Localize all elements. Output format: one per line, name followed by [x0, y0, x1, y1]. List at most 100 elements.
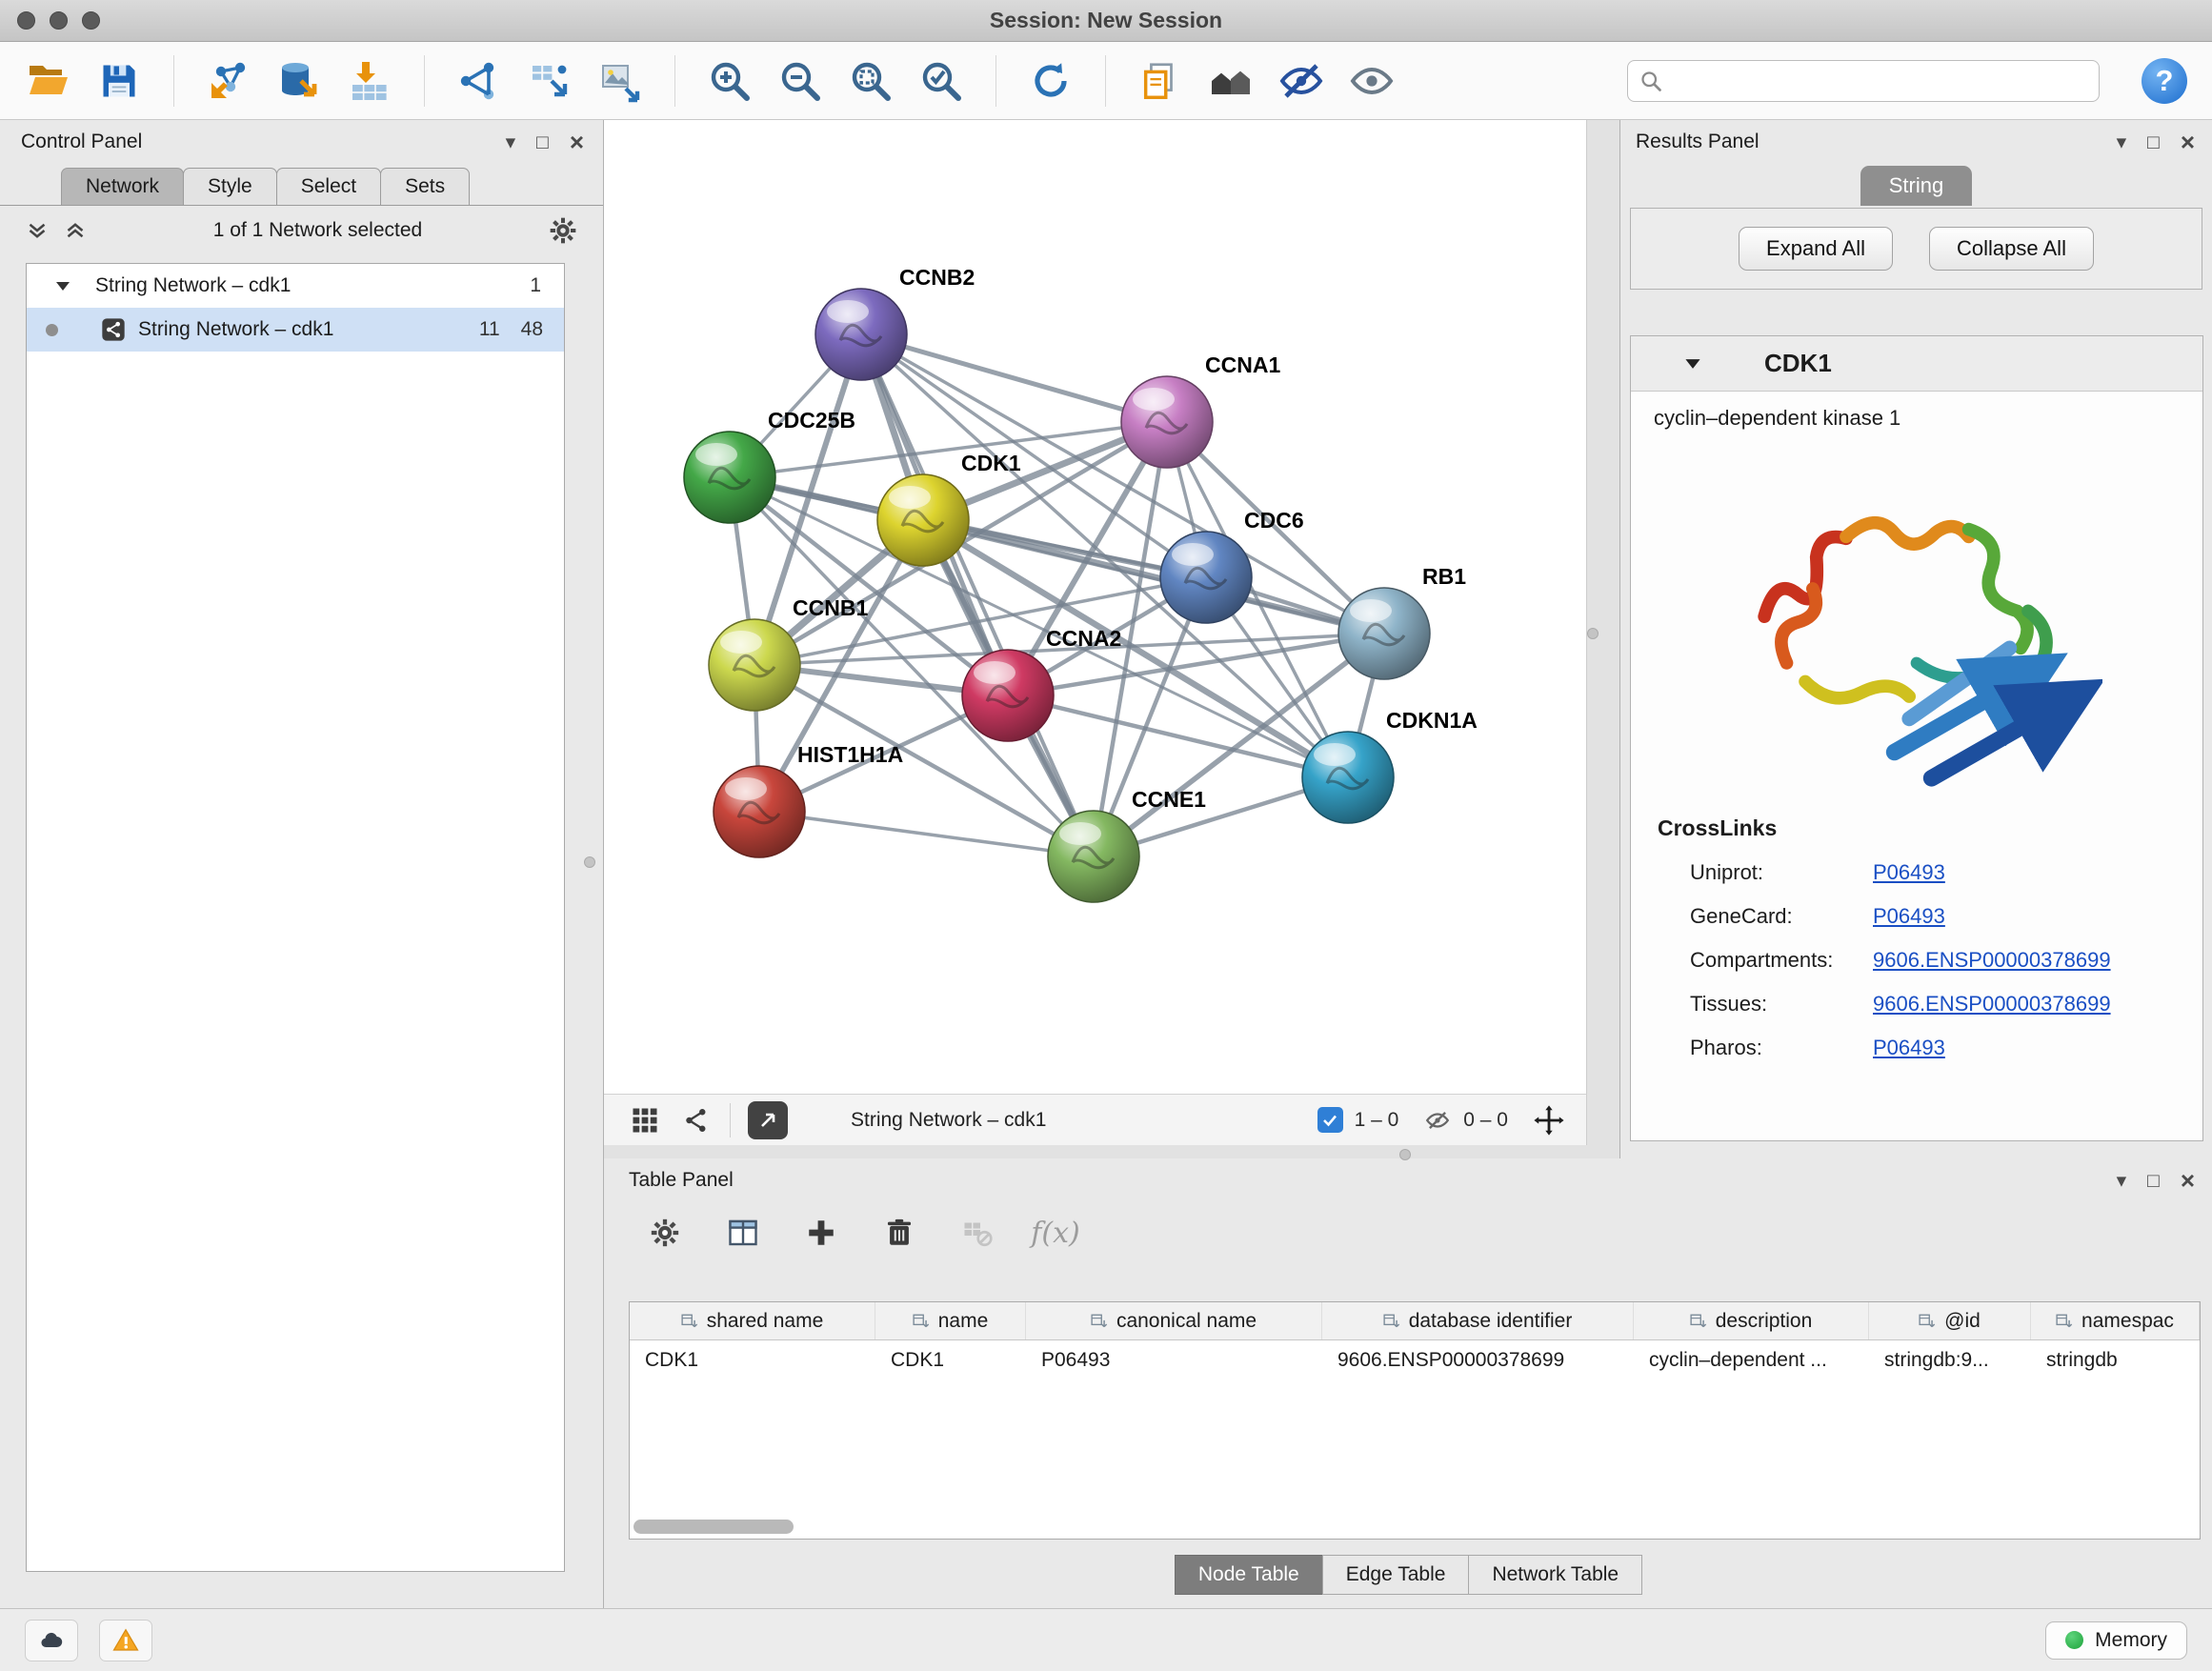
add-column-button[interactable] [798, 1210, 844, 1256]
vertical-splitter-handle[interactable] [1587, 628, 1599, 639]
selected-items-checkbox-icon[interactable] [1317, 1107, 1343, 1133]
close-panel-icon[interactable]: × [2181, 130, 2195, 154]
float-panel-icon[interactable]: ▾ [2117, 132, 2127, 152]
zoom-out-icon [777, 58, 823, 104]
horizontal-scrollbar[interactable] [633, 1520, 794, 1534]
network-node-rb1[interactable]: RB1 [1338, 564, 1466, 679]
network-node-cdk1[interactable]: CDK1 [877, 451, 1021, 566]
uniprot-link[interactable]: P06493 [1873, 860, 1945, 885]
maximize-panel-icon[interactable]: □ [2147, 1171, 2160, 1191]
show-graphics-button[interactable] [1348, 57, 1396, 105]
delete-table-button[interactable] [955, 1210, 1000, 1256]
memory-button[interactable]: Memory [2045, 1621, 2187, 1660]
tab-edge-table[interactable]: Edge Table [1322, 1555, 1470, 1595]
collapse-all-button[interactable]: Collapse All [1929, 227, 2094, 271]
network-node-ccnb1[interactable]: CCNB1 [709, 595, 868, 711]
new-network-from-table-button[interactable] [526, 57, 573, 105]
network-collection-row[interactable]: String Network – cdk1 1 [27, 264, 564, 308]
grid-view-icon[interactable] [631, 1106, 659, 1135]
tab-network[interactable]: Network [61, 168, 184, 205]
horizontal-splitter-handle[interactable] [1399, 1149, 1411, 1160]
network-view[interactable]: CCNB2CCNA1CDC25BCDK1CDC6RB1CCNB1CCNA2CDK… [604, 120, 1587, 1094]
table-settings-button[interactable] [642, 1210, 688, 1256]
search-input[interactable] [1627, 60, 2100, 102]
vertical-splitter-handle[interactable] [584, 856, 595, 868]
compartments-link[interactable]: 9606.ENSP00000378699 [1873, 948, 2111, 973]
column-header-id[interactable]: @id [1869, 1302, 2031, 1339]
network-node-cdkn1a[interactable]: CDKN1A [1302, 708, 1478, 823]
collapse-all-icon[interactable] [25, 221, 50, 240]
genecard-link[interactable]: P06493 [1873, 904, 1945, 929]
protein-card-header[interactable]: CDK1 [1631, 336, 2202, 392]
tab-style[interactable]: Style [183, 168, 277, 205]
function-builder-button[interactable]: f(x) [1033, 1210, 1078, 1256]
import-table-button[interactable] [346, 57, 393, 105]
network-view-mode-icon[interactable] [682, 1106, 711, 1135]
zoom-fit-button[interactable] [847, 57, 895, 105]
copy-button[interactable] [1136, 57, 1184, 105]
database-import-icon [276, 58, 322, 104]
tab-select[interactable]: Select [276, 168, 381, 205]
pharos-link[interactable]: P06493 [1873, 1036, 1945, 1060]
cell-namespace: stringdb [2031, 1340, 2200, 1380]
refresh-button[interactable] [1027, 57, 1075, 105]
warnings-button[interactable] [99, 1620, 152, 1661]
hidden-items-icon[interactable] [1423, 1108, 1452, 1133]
help-button[interactable]: ? [2142, 58, 2187, 104]
import-network-file-button[interactable] [205, 57, 252, 105]
column-header-name[interactable]: name [875, 1302, 1026, 1339]
zoom-out-button[interactable] [776, 57, 824, 105]
float-panel-icon[interactable]: ▾ [2117, 1171, 2127, 1191]
maximize-panel-icon[interactable]: □ [536, 132, 549, 152]
close-panel-icon[interactable]: × [570, 130, 584, 154]
string-panel-controls: Expand All Collapse All [1630, 208, 2202, 290]
pan-tool-icon[interactable] [1533, 1104, 1565, 1137]
cloud-services-button[interactable] [25, 1620, 78, 1661]
maximize-panel-icon[interactable]: □ [2147, 132, 2160, 152]
tab-network-table[interactable]: Network Table [1468, 1555, 1642, 1595]
tree-expander-icon[interactable] [55, 280, 70, 292]
tab-sets[interactable]: Sets [380, 168, 470, 205]
save-session-button[interactable] [95, 57, 143, 105]
hide-panels-button[interactable] [1277, 57, 1325, 105]
column-header-shared-name[interactable]: shared name [630, 1302, 875, 1339]
network-node-hist1h1a[interactable]: HIST1H1A [714, 742, 903, 857]
new-network-button[interactable] [455, 57, 503, 105]
column-header-namespace[interactable]: namespac [2031, 1302, 2200, 1339]
window-minimize-button[interactable] [50, 11, 68, 30]
zoom-selected-button[interactable] [917, 57, 965, 105]
collapse-section-icon[interactable] [1684, 357, 1701, 370]
node-label: CDK1 [961, 451, 1021, 475]
expand-all-button[interactable]: Expand All [1739, 227, 1893, 271]
tab-string[interactable]: String [1860, 166, 1972, 206]
network-icon [456, 58, 502, 104]
column-header-canonical-name[interactable]: canonical name [1026, 1302, 1322, 1339]
zoom-in-button[interactable] [706, 57, 754, 105]
network-node-ccna1[interactable]: CCNA1 [1121, 352, 1280, 468]
import-network-database-button[interactable] [275, 57, 323, 105]
memory-label: Memory [2095, 1629, 2167, 1652]
home-button[interactable] [1207, 57, 1255, 105]
window-zoom-button[interactable] [82, 11, 100, 30]
tab-node-table[interactable]: Node Table [1175, 1555, 1323, 1595]
network-node-ccnb2[interactable]: CCNB2 [815, 265, 975, 380]
window-close-button[interactable] [17, 11, 35, 30]
export-image-button[interactable] [596, 57, 644, 105]
network-row-selected[interactable]: String Network – cdk1 11 48 [27, 308, 564, 352]
network-edge [759, 812, 1094, 856]
open-session-button[interactable] [25, 57, 72, 105]
show-columns-button[interactable] [720, 1210, 766, 1256]
float-panel-icon[interactable]: ▾ [506, 132, 516, 152]
columns-icon [726, 1216, 760, 1250]
column-header-description[interactable]: description [1634, 1302, 1869, 1339]
network-graph[interactable]: CCNB2CCNA1CDC25BCDK1CDC6RB1CCNB1CCNA2CDK… [604, 120, 1587, 1094]
expand-all-icon[interactable] [63, 221, 88, 240]
detach-view-button[interactable] [748, 1101, 788, 1139]
gear-icon[interactable] [548, 215, 578, 246]
delete-column-button[interactable] [876, 1210, 922, 1256]
column-header-database-identifier[interactable]: database identifier [1322, 1302, 1634, 1339]
cell-database-identifier: 9606.ENSP00000378699 [1322, 1340, 1634, 1380]
tissues-link[interactable]: 9606.ENSP00000378699 [1873, 992, 2111, 1017]
table-row[interactable]: CDK1 CDK1 P06493 9606.ENSP00000378699 cy… [630, 1340, 2200, 1380]
close-panel-icon[interactable]: × [2181, 1168, 2195, 1193]
